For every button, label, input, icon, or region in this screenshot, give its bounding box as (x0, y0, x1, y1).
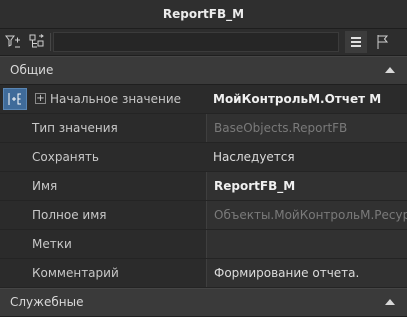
property-value[interactable] (206, 230, 407, 258)
property-value: Объекты.МойКонтрольМ.Ресурсы (206, 201, 407, 229)
property-mode-icon[interactable] (3, 88, 27, 110)
search-input[interactable] (53, 32, 339, 52)
property-name: Комментарий (32, 266, 119, 280)
property-value[interactable]: МойКонтрольМ.Отчет М (206, 85, 407, 113)
property-row-name[interactable]: Имя ReportFB_M (0, 172, 407, 201)
section-service-label: Служебные (10, 295, 84, 309)
tree-expand-icon[interactable] (26, 31, 48, 53)
toolbar-separator (50, 33, 51, 51)
property-row-full-name[interactable]: Полное имя Объекты.МойКонтрольМ.Ресурсы (0, 201, 407, 230)
property-grid: + Начальное значение МойКонтрольМ.Отчет … (0, 85, 407, 288)
property-name: Метки (32, 237, 72, 251)
property-row-initial-value[interactable]: + Начальное значение МойКонтрольМ.Отчет … (0, 85, 407, 114)
flag-icon[interactable] (371, 31, 393, 53)
section-general-label: Общие (10, 63, 54, 77)
collapse-icon[interactable] (385, 67, 395, 73)
expand-plus-icon[interactable]: + (35, 93, 46, 104)
list-view-icon[interactable] (345, 31, 367, 53)
property-value: BaseObjects.ReportFB (206, 114, 407, 142)
window-title: ReportFB_M (0, 0, 407, 29)
property-value[interactable]: Наследуется (206, 143, 407, 171)
property-row-save[interactable]: Сохранять Наследуется (0, 143, 407, 172)
property-name: Имя (32, 179, 58, 193)
toolbar (0, 29, 407, 56)
collapse-icon[interactable] (385, 299, 395, 305)
property-value[interactable]: Формирование отчета. (206, 259, 407, 287)
property-name: Тип значения (32, 121, 118, 135)
property-row-comment[interactable]: Комментарий Формирование отчета. (0, 259, 407, 288)
property-row-value-type[interactable]: Тип значения BaseObjects.ReportFB (0, 114, 407, 143)
filter-icon[interactable] (2, 31, 24, 53)
property-name: Полное имя (32, 208, 107, 222)
property-value[interactable]: ReportFB_M (206, 172, 407, 200)
section-service[interactable]: Служебные (0, 288, 407, 317)
property-name: Сохранять (32, 150, 99, 164)
property-name: Начальное значение (50, 92, 182, 106)
property-row-tags[interactable]: Метки (0, 230, 407, 259)
section-general[interactable]: Общие (0, 56, 407, 85)
